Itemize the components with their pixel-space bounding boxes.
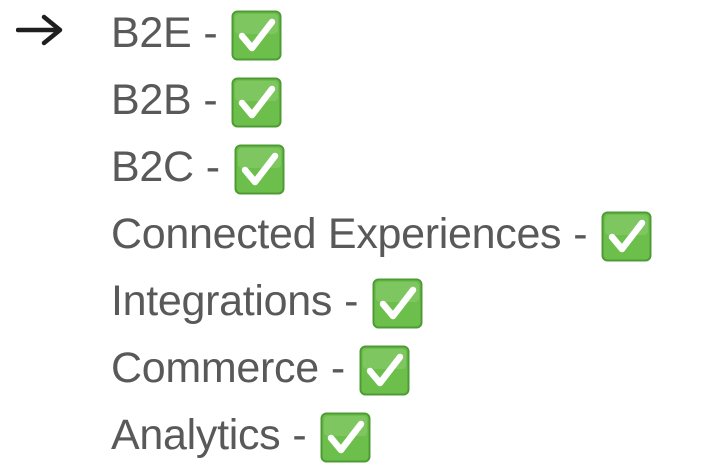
- item-label: Integrations: [111, 277, 333, 325]
- green-check-box-icon: [231, 10, 282, 61]
- item-separator: -: [203, 76, 218, 124]
- green-check-box-icon: [234, 144, 285, 195]
- green-check-box-icon: [601, 211, 652, 262]
- item-separator: -: [292, 411, 307, 459]
- item-label: B2B: [111, 76, 192, 124]
- checklist-item-connected-experiences: Connected Experiences -: [111, 201, 652, 268]
- checklist-item-integrations: Integrations -: [111, 268, 652, 335]
- green-check-box-icon: [372, 278, 423, 329]
- item-label: Analytics: [111, 411, 281, 459]
- checklist-item-analytics: Analytics -: [111, 402, 652, 469]
- checklist-item-b2c: B2C -: [111, 134, 652, 201]
- item-separator: -: [573, 210, 588, 258]
- item-label: B2C: [111, 143, 194, 191]
- item-label: Commerce: [111, 344, 319, 392]
- checklist-item-b2b: B2B -: [111, 67, 652, 134]
- checklist: B2E - B2B - B2C - Connected Experiences …: [111, 0, 652, 469]
- checklist-item-b2e: B2E -: [111, 0, 652, 67]
- green-check-box-icon: [231, 77, 282, 128]
- item-separator: -: [205, 143, 220, 191]
- item-separator: -: [344, 277, 359, 325]
- right-arrow-icon: [15, 10, 68, 50]
- green-check-box-icon: [320, 412, 371, 463]
- item-separator: -: [203, 9, 218, 57]
- checklist-item-commerce: Commerce -: [111, 335, 652, 402]
- item-label: Connected Experiences: [111, 210, 562, 258]
- item-separator: -: [330, 344, 345, 392]
- item-label: B2E: [111, 9, 192, 57]
- green-check-box-icon: [359, 345, 410, 396]
